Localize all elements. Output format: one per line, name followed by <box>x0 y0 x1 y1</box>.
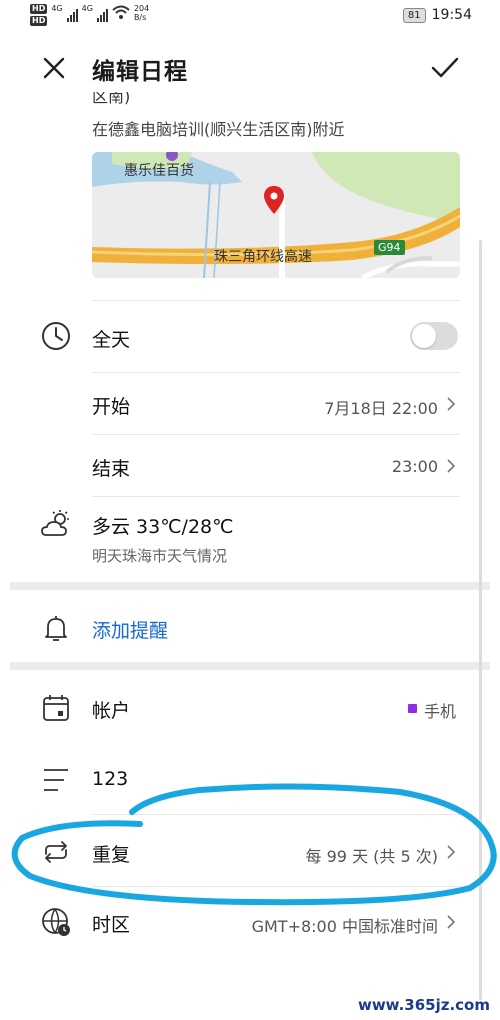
add-reminder-button[interactable]: 添加提醒 <box>92 616 168 643</box>
divider <box>92 300 460 301</box>
chevron-right-icon <box>447 397 456 411</box>
end-label: 结束 <box>92 458 131 480</box>
divider <box>92 496 460 497</box>
chevron-right-icon <box>447 845 456 859</box>
hd-badge: HD <box>30 4 48 14</box>
repeat-value[interactable]: 每 99 天 (共 5 次) <box>306 843 438 867</box>
end-value[interactable]: 23:00 <box>392 457 438 476</box>
top-bar: 编辑日程 <box>0 42 500 94</box>
chevron-right-icon <box>447 459 456 473</box>
account-label: 帐户 <box>92 700 131 722</box>
start-label: 开始 <box>92 396 131 418</box>
clock-icon <box>42 322 70 350</box>
all-day-label: 全天 <box>92 329 131 351</box>
signal-icon <box>96 4 108 22</box>
status-right: 81 19:54 <box>402 7 472 23</box>
section-separator <box>10 662 490 670</box>
all-day-toggle[interactable] <box>410 322 458 350</box>
map-label-store: 惠乐佳百货 <box>124 163 194 179</box>
partly-cloudy-icon <box>41 510 69 536</box>
weather-sub: 明天珠海市天气情况 <box>92 547 228 565</box>
net-speed-unit: B/s <box>133 13 147 22</box>
start-value[interactable]: 7月18日 22:00 <box>324 395 438 419</box>
notes-value[interactable]: 123 <box>92 768 128 790</box>
page-title: 编辑日程 <box>92 59 188 85</box>
bell-icon <box>45 616 67 641</box>
network-type: 4G <box>51 4 63 13</box>
battery-icon: 81 <box>402 7 426 23</box>
chevron-right-icon <box>447 915 456 929</box>
status-bar: HD HD 4G 4G 204 B/s 81 19:54 <box>0 0 500 32</box>
divider <box>92 886 460 887</box>
net-speed: 204 B/s <box>134 4 149 22</box>
wifi-icon <box>112 5 130 19</box>
calendar-icon <box>43 695 69 721</box>
clock: 19:54 <box>431 7 472 23</box>
hd-badges: HD HD <box>30 4 48 26</box>
divider <box>92 372 460 373</box>
map-pin-icon <box>264 186 284 214</box>
location-map[interactable]: 惠乐佳百货 珠三角环线高速 G94 <box>92 152 460 278</box>
hd-badge: HD <box>30 16 48 26</box>
location-name-cut: 区南) <box>92 92 131 106</box>
divider <box>92 434 460 435</box>
location-address[interactable]: 在德鑫电脑培训(顺兴生活区南)附近 <box>92 116 345 140</box>
watermark: www.365jz.com <box>357 996 490 1014</box>
divider <box>92 814 460 815</box>
timezone-label: 时区 <box>92 914 131 936</box>
close-icon[interactable] <box>40 54 68 82</box>
confirm-check-icon[interactable] <box>430 54 460 82</box>
status-left: HD HD 4G 4G 204 B/s <box>30 4 149 26</box>
globe-clock-icon <box>42 908 70 936</box>
scrollbar[interactable] <box>479 240 482 1000</box>
repeat-label: 重复 <box>92 844 131 866</box>
map-label-road: 珠三角环线高速 <box>214 249 312 265</box>
section-separator <box>10 582 490 590</box>
repeat-icon <box>45 841 67 863</box>
notes-lines-icon <box>44 769 68 791</box>
highway-shield: G94 <box>374 240 405 255</box>
network-type: 4G <box>81 4 93 13</box>
toggle-knob <box>412 324 436 348</box>
timezone-value[interactable]: GMT+8:00 中国标准时间 <box>252 913 438 937</box>
account-value[interactable]: 手机 <box>424 698 456 722</box>
signal-icon <box>66 4 78 22</box>
weather-main: 多云 33℃/28℃ <box>92 516 234 538</box>
net-speed-value: 204 <box>133 4 150 13</box>
account-color-swatch <box>408 704 417 713</box>
